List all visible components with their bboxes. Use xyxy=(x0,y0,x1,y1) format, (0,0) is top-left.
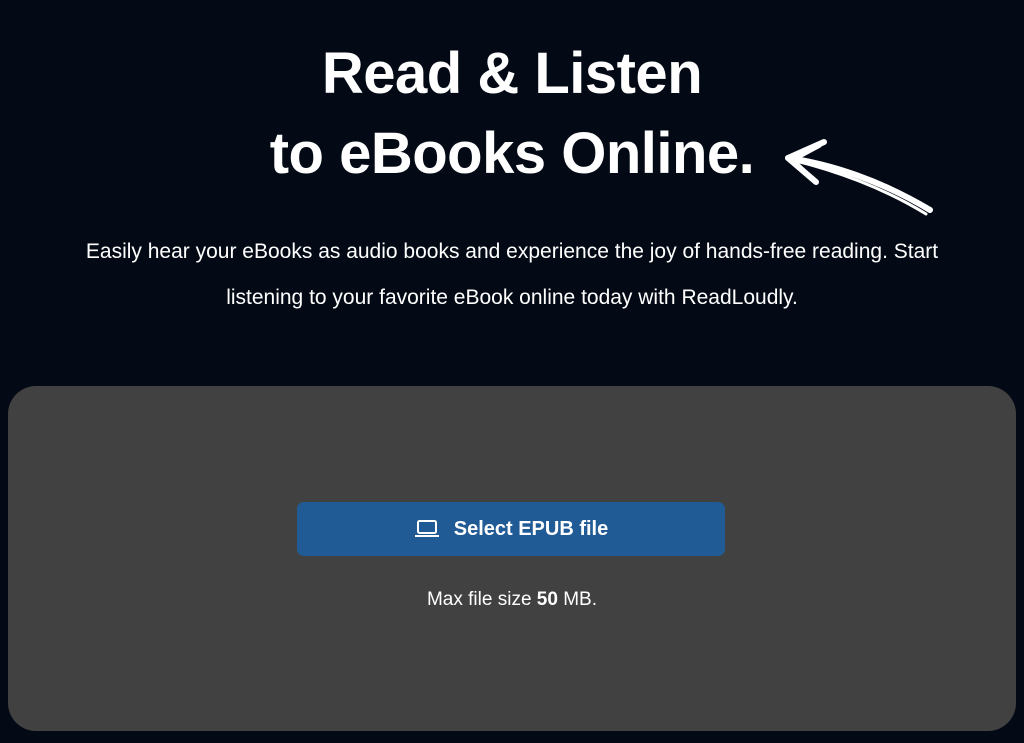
hand-drawn-arrow-icon xyxy=(785,139,933,216)
headline-line-1: Read & Listen xyxy=(321,41,703,106)
max-size-unit: MB. xyxy=(563,589,597,610)
subtitle-line-1: Easily hear your eBooks as audio books a… xyxy=(85,240,939,263)
select-epub-button-label: Select EPUB file xyxy=(453,517,609,540)
laptop-icon xyxy=(414,519,440,539)
hero-section: Read & Listen to eBooks Online. Easily h… xyxy=(0,0,1024,380)
max-file-size-text: Max file size 50 MB. xyxy=(8,589,1016,611)
max-size-prefix: Max file size xyxy=(426,589,532,610)
select-epub-button[interactable]: Select EPUB file xyxy=(297,502,725,556)
max-size-value: 50 xyxy=(536,589,558,610)
subtitle-line-2: listening to your favorite eBook online … xyxy=(226,286,798,309)
hero-subtitle: Easily hear your eBooks as audio books a… xyxy=(0,229,1024,321)
upload-panel[interactable]: Select EPUB file Max file size 50 MB. xyxy=(8,386,1016,731)
